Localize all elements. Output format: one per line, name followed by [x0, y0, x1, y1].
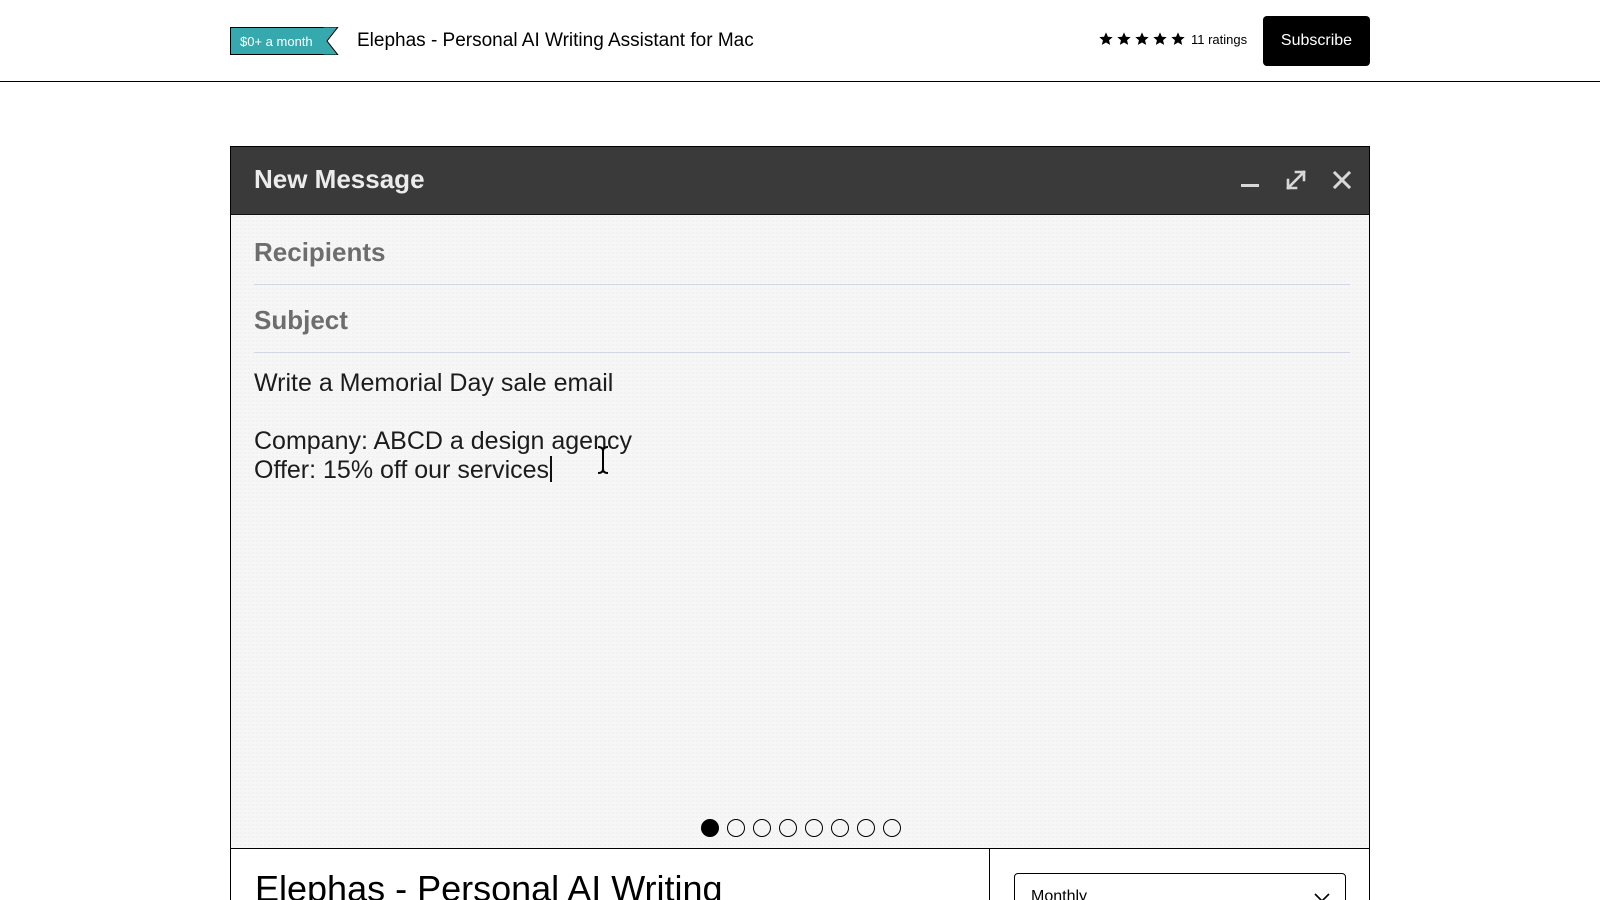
- carousel-dot-3[interactable]: [753, 819, 771, 837]
- price-tag: $0+ a month: [230, 27, 339, 55]
- close-button[interactable]: [1327, 165, 1357, 195]
- rating-summary[interactable]: 11 ratings: [1098, 31, 1247, 47]
- body-line-text: Offer: 15% off our services: [254, 456, 550, 484]
- text-caret: [550, 456, 553, 482]
- expand-button[interactable]: [1281, 165, 1311, 195]
- carousel-dot-2[interactable]: [727, 819, 745, 837]
- carousel-dot-1[interactable]: [701, 819, 719, 837]
- product-details-title: Elephas - Personal AI Writing: [255, 868, 723, 900]
- compose-window-header: New Message: [231, 147, 1369, 215]
- recipients-field[interactable]: Recipients: [254, 217, 1350, 285]
- star-icon: [1135, 32, 1149, 45]
- product-details: Elephas - Personal AI Writing Monthly: [230, 848, 1370, 900]
- text-cursor-icon: [597, 446, 609, 474]
- compose-title: New Message: [254, 164, 425, 194]
- body-line: Company: ABCD a design agency: [254, 427, 632, 455]
- minimize-button[interactable]: [1235, 165, 1265, 195]
- message-body[interactable]: Write a Memorial Day sale email Company:…: [254, 369, 632, 485]
- subject-placeholder: Subject: [254, 305, 348, 335]
- ratings-count: 11 ratings: [1191, 31, 1248, 47]
- minimize-icon: [1241, 184, 1259, 187]
- subject-field[interactable]: Subject: [254, 285, 1350, 353]
- carousel-dot-6[interactable]: [831, 819, 849, 837]
- carousel-dot-4[interactable]: [779, 819, 797, 837]
- subscribe-button[interactable]: Subscribe: [1263, 16, 1370, 66]
- star-icon: [1171, 32, 1185, 45]
- star-icon: [1099, 32, 1113, 45]
- chevron-down-icon: [1314, 893, 1330, 900]
- carousel-dots: [701, 819, 901, 837]
- carousel-dot-5[interactable]: [805, 819, 823, 837]
- star-icon: [1117, 32, 1131, 45]
- close-icon: [1332, 170, 1352, 190]
- body-line-last: Offer: 15% off our services: [254, 456, 632, 485]
- plan-select[interactable]: Monthly: [1014, 873, 1346, 900]
- recipients-placeholder: Recipients: [254, 237, 386, 267]
- price-tag-label: $0+ a month: [230, 27, 323, 55]
- product-preview-carousel: New Message Recipients Subject Write a M…: [230, 146, 1370, 851]
- top-bar: $0+ a month Elephas - Personal AI Writin…: [0, 0, 1600, 82]
- carousel-dot-8[interactable]: [883, 819, 901, 837]
- star-icon: [1153, 32, 1167, 45]
- body-line-empty: [254, 398, 632, 427]
- body-line: Write a Memorial Day sale email: [254, 369, 614, 397]
- details-divider: [989, 849, 990, 900]
- carousel-dot-7[interactable]: [857, 819, 875, 837]
- plan-select-value: Monthly: [1031, 888, 1088, 900]
- price-tag-tail-icon: [322, 27, 339, 55]
- product-title: Elephas - Personal AI Writing Assistant …: [357, 30, 754, 51]
- expand-icon: [1286, 170, 1306, 190]
